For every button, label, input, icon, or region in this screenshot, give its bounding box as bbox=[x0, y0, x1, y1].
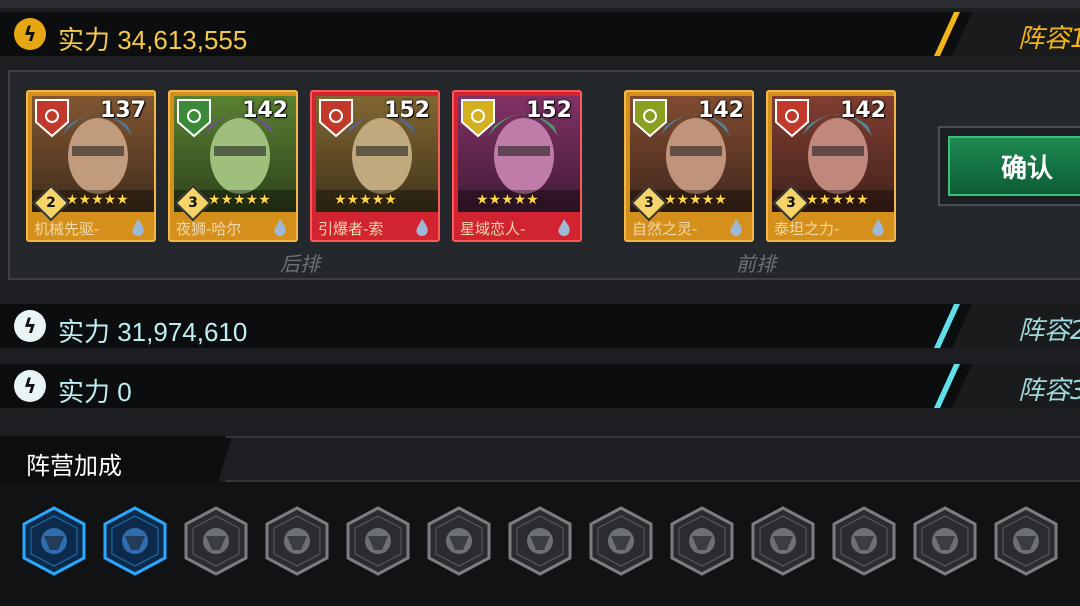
book-icon[interactable] bbox=[670, 506, 734, 576]
power-icon: ϟ bbox=[14, 18, 46, 50]
hero-card[interactable]: 142 3 ★★★★★ 泰坦之力- bbox=[766, 90, 896, 242]
faction-badge-icon bbox=[319, 99, 353, 138]
confirm-button[interactable]: 确认 bbox=[938, 126, 1080, 206]
hero-name: 引爆者-索 bbox=[318, 220, 384, 238]
team-3-tab[interactable]: 阵容3 bbox=[910, 364, 1080, 408]
team-1-bar[interactable]: ϟ 实力 34,613,555 阵容1 bbox=[0, 12, 1080, 56]
hero-card[interactable]: 152 ★★★★★ 星域恋人- bbox=[452, 90, 582, 242]
gear-faction-icon[interactable] bbox=[22, 506, 86, 576]
back-row-label: 后排 bbox=[280, 252, 320, 276]
team-1-tab-label: 阵容1 bbox=[1018, 24, 1080, 54]
team-3-bar[interactable]: ϟ 实力 0 阵容3 bbox=[0, 364, 1080, 408]
hero-card[interactable]: 137 2 ★★★★★ 机械先驱- bbox=[26, 90, 156, 242]
spiral-icon[interactable] bbox=[832, 506, 896, 576]
hero-level: 142 bbox=[840, 98, 886, 123]
hero-name: 星域恋人- bbox=[460, 220, 526, 238]
hero-level: 152 bbox=[526, 98, 572, 123]
star-rating: ★★★★★ bbox=[334, 192, 397, 208]
tier-value: 3 bbox=[786, 195, 796, 211]
team-3-power: 实力 0 bbox=[58, 377, 132, 407]
team-2-power: 实力 31,974,610 bbox=[58, 317, 248, 347]
hero-name: 自然之灵- bbox=[632, 220, 698, 238]
tier-value: 3 bbox=[644, 195, 654, 211]
feather-icon[interactable] bbox=[265, 506, 329, 576]
machine-icon[interactable] bbox=[751, 506, 815, 576]
faction-bonus-header: 阵营加成 bbox=[0, 436, 1080, 482]
faction-badge-icon bbox=[633, 99, 667, 138]
hero-name: 泰坦之力- bbox=[774, 220, 840, 238]
faction-badge-icon bbox=[177, 99, 211, 138]
fire-icon bbox=[730, 219, 742, 236]
tier-value: 3 bbox=[188, 195, 198, 211]
tier-value: 2 bbox=[46, 195, 56, 211]
hero-level: 152 bbox=[384, 98, 430, 123]
wind-icon bbox=[274, 219, 286, 236]
team-2-tab[interactable]: 阵容2 bbox=[910, 304, 1080, 348]
hero-card[interactable]: 152 ★★★★★ 引爆者-索 bbox=[310, 90, 440, 242]
top-divider bbox=[0, 0, 1080, 8]
team-1-lineup-panel: 137 2 ★★★★★ 机械先驱- 142 3 ★★★★★ 夜狮-哈尔 152 … bbox=[8, 70, 1080, 280]
fist-icon[interactable] bbox=[589, 506, 653, 576]
team-2-tab-label: 阵容2 bbox=[1018, 316, 1080, 346]
team-3-tab-label: 阵容3 bbox=[1018, 376, 1080, 406]
hero-level: 142 bbox=[698, 98, 744, 123]
faction-badge-icon bbox=[461, 99, 495, 138]
hero-name: 机械先驱- bbox=[34, 220, 100, 238]
mask-icon[interactable] bbox=[913, 506, 977, 576]
wind-icon bbox=[872, 219, 884, 236]
hero-level: 142 bbox=[242, 98, 288, 123]
star-rating: ★★★★★ bbox=[806, 192, 869, 208]
scroll-faction-icon[interactable] bbox=[103, 506, 167, 576]
front-row-label: 前排 bbox=[736, 252, 776, 276]
power-icon: ϟ bbox=[14, 310, 46, 342]
star-rating: ★★★★★ bbox=[66, 192, 129, 208]
dog-icon[interactable] bbox=[346, 506, 410, 576]
beast-icon[interactable] bbox=[184, 506, 248, 576]
power-icon: ϟ bbox=[14, 370, 46, 402]
confirm-button-label: 确认 bbox=[948, 136, 1080, 196]
team-2-bar[interactable]: ϟ 实力 31,974,610 阵容2 bbox=[0, 304, 1080, 348]
faction-badge-icon bbox=[35, 99, 69, 138]
mech-icon bbox=[132, 219, 144, 236]
header-line bbox=[226, 436, 1080, 482]
star-rating: ★★★★★ bbox=[208, 192, 271, 208]
star-rating: ★★★★★ bbox=[476, 192, 539, 208]
panda-icon[interactable] bbox=[994, 506, 1058, 576]
tribal-icon[interactable] bbox=[508, 506, 572, 576]
hero-name: 夜狮-哈尔 bbox=[176, 220, 242, 238]
star-rating: ★★★★★ bbox=[664, 192, 727, 208]
hero-card[interactable]: 142 3 ★★★★★ 夜狮-哈尔 bbox=[168, 90, 298, 242]
hero-level: 137 bbox=[100, 98, 146, 123]
team-1-tab[interactable]: 阵容1 bbox=[910, 12, 1080, 56]
faction-bonus-row bbox=[0, 482, 1080, 606]
grass-icon[interactable] bbox=[427, 506, 491, 576]
fire-icon bbox=[416, 219, 428, 236]
faction-bonus-title: 阵营加成 bbox=[26, 452, 122, 480]
faction-badge-icon bbox=[775, 99, 809, 138]
hero-card[interactable]: 142 3 ★★★★★ 自然之灵- bbox=[624, 90, 754, 242]
fire-icon bbox=[558, 219, 570, 236]
team-1-power: 实力 34,613,555 bbox=[58, 25, 248, 55]
